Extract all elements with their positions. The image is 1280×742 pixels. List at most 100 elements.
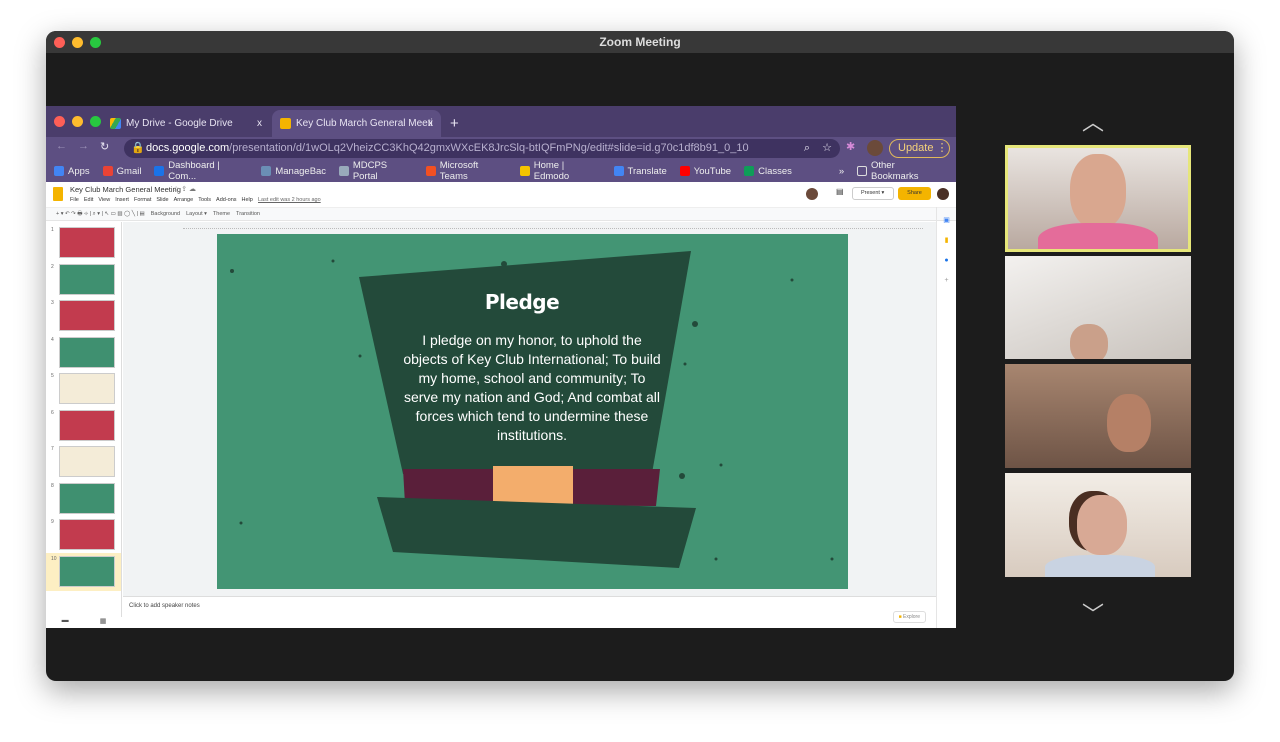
close-window-button[interactable]: [54, 37, 65, 48]
toolbar-icons[interactable]: + ▾ ↶ ↷ 🖶 ⌖ | ⌕ ▾ | ↖ ▭ ▨ ◯ ╲ | ▤: [56, 210, 145, 219]
grid-view-icon[interactable]: ▦: [100, 617, 107, 625]
comments-icon[interactable]: ▤: [836, 187, 844, 196]
hat-brim: [377, 497, 696, 568]
slide-thumbnail[interactable]: [59, 300, 115, 331]
google-slides-app: Key Club March General Meeting ☆ ⇪ ☁ Fil…: [46, 182, 956, 628]
scroll-up-arrow[interactable]: ︿: [1082, 105, 1104, 137]
bookmark-label: MDCPS Portal: [352, 160, 388, 182]
slide-thumbnail[interactable]: [59, 373, 115, 404]
menu-item[interactable]: Edit: [84, 197, 93, 203]
bookmark-item[interactable]: MDCPS Portal: [339, 160, 413, 182]
close-tab-icon[interactable]: x: [428, 110, 433, 137]
browser-close[interactable]: [54, 116, 65, 127]
collaborator-avatar: [806, 188, 818, 200]
profile-avatar[interactable]: [867, 140, 883, 156]
menu-item[interactable]: Format: [134, 197, 151, 203]
bookmark-item[interactable]: Translate: [613, 165, 667, 177]
slide-canvas: Pledge I pledge on my honor, to uphold t…: [123, 222, 936, 596]
tab-key-club[interactable]: Key Club March General Meeti x: [272, 110, 441, 137]
bookmark-item[interactable]: Gmail: [102, 165, 142, 177]
bookmark-favicon-icon: [426, 166, 436, 176]
shared-screen-browser: My Drive - Google Drive x Key Club March …: [46, 106, 956, 628]
menu-item[interactable]: Insert: [115, 197, 129, 203]
slide-thumbnail[interactable]: [59, 409, 115, 441]
scroll-down-arrow[interactable]: ﹀: [1082, 597, 1104, 629]
slide-thumbnail[interactable]: [59, 446, 115, 477]
bookmark-item[interactable]: Dashboard | Com...: [154, 160, 248, 182]
bookmark-label: YouTube: [693, 165, 732, 177]
tab-label: Key Club March General Meeti: [296, 118, 433, 129]
zoom-lens-icon[interactable]: ⌕: [804, 139, 810, 158]
participant-video-1[interactable]: [1005, 145, 1191, 252]
reload-icon[interactable]: ↻: [100, 140, 109, 153]
toolbar-button[interactable]: Layout ▾: [186, 211, 207, 217]
keep-icon[interactable]: ▮: [937, 231, 956, 251]
star-icon[interactable]: ☆ ⇪ ☁: [173, 185, 196, 193]
share-button[interactable]: Share: [898, 187, 931, 200]
side-panel: ▣ ▮ ● +: [936, 207, 956, 628]
back-icon[interactable]: ←: [56, 140, 67, 152]
menu-item[interactable]: Slide: [156, 197, 168, 203]
current-slide[interactable]: Pledge I pledge on my honor, to uphold t…: [217, 234, 848, 589]
add-addon-icon[interactable]: +: [937, 271, 956, 291]
participant-video-3[interactable]: [1005, 364, 1191, 468]
bookmark-item[interactable]: Home | Edmodo: [520, 160, 601, 182]
bookmark-label: Gmail: [116, 165, 142, 177]
account-avatar[interactable]: [937, 188, 949, 200]
participant-video-2[interactable]: [1005, 256, 1191, 359]
other-bookmarks[interactable]: Other Bookmarks: [857, 160, 943, 182]
bookmark-item[interactable]: Apps: [54, 166, 90, 177]
slide-thumbnail[interactable]: [59, 482, 115, 514]
browser-minimize[interactable]: [72, 116, 83, 127]
present-label: Present: [861, 190, 880, 196]
toolbar-button[interactable]: Transition: [236, 211, 260, 217]
menu-item[interactable]: File: [70, 197, 79, 203]
bookmark-favicon-icon: [520, 166, 530, 176]
bookmark-label: Microsoft Teams: [439, 160, 479, 182]
url-host: docs.google.com: [146, 142, 230, 154]
bookmark-label: Classes: [758, 165, 792, 177]
slide-thumbnail[interactable]: [59, 555, 115, 587]
bookmark-item[interactable]: Classes: [744, 166, 792, 177]
forward-icon[interactable]: →: [78, 140, 89, 152]
presentation-title[interactable]: Key Club March General Meeting: [70, 185, 181, 194]
speaker-notes[interactable]: Click to add speaker notes ■ Explore: [123, 596, 936, 628]
tasks-icon[interactable]: ●: [937, 251, 956, 271]
last-edit[interactable]: Last edit was 2 hours ago: [258, 197, 321, 203]
explore-label: Explore: [903, 614, 920, 620]
bookmark-item[interactable]: ManageBac: [261, 166, 326, 177]
address-bar[interactable]: docs.google.com/presentation/d/1wOLq2Vhe…: [124, 139, 840, 158]
explore-button[interactable]: ■ Explore: [892, 611, 926, 623]
maximize-button[interactable]: [90, 37, 101, 48]
slide-thumbnail[interactable]: [59, 227, 115, 258]
slide-thumbnail[interactable]: [59, 519, 115, 550]
filmstrip-view-icon[interactable]: ▬: [62, 617, 69, 625]
menu-item[interactable]: Add-ons: [216, 197, 237, 203]
toolbar-button[interactable]: Background: [151, 211, 180, 217]
slide-thumbnail[interactable]: [59, 336, 115, 368]
minimize-button[interactable]: [72, 37, 83, 48]
menu-item[interactable]: Tools: [198, 197, 211, 203]
bookmark-label: Translate: [627, 165, 667, 177]
slide-thumbnail[interactable]: [59, 263, 115, 295]
present-button[interactable]: Present ▾: [852, 187, 894, 200]
more-bookmarks[interactable]: »: [839, 166, 844, 177]
extensions-icon[interactable]: ✱: [846, 140, 855, 153]
bookmark-item[interactable]: Microsoft Teams: [426, 160, 507, 182]
slide-number: 10: [51, 555, 57, 562]
bookmark-item[interactable]: YouTube: [679, 165, 732, 177]
menu-item[interactable]: Help: [242, 197, 253, 203]
update-button[interactable]: Update ⋮: [889, 139, 950, 158]
tab-google-drive[interactable]: My Drive - Google Drive x: [102, 110, 270, 137]
menu-item[interactable]: Arrange: [174, 197, 194, 203]
browser-maximize[interactable]: [90, 116, 101, 127]
menu-item[interactable]: View: [98, 197, 110, 203]
bookmark-label: Apps: [68, 165, 90, 177]
bookmark-star-icon[interactable]: ☆: [822, 139, 832, 158]
close-tab-icon[interactable]: x: [257, 110, 262, 137]
calendar-icon[interactable]: ▣: [937, 211, 956, 231]
toolbar-button[interactable]: Theme: [213, 211, 230, 217]
participant-video-4[interactable]: [1005, 473, 1191, 577]
new-tab-button[interactable]: +: [446, 110, 459, 137]
bookmark-favicon-icon: [679, 166, 690, 176]
